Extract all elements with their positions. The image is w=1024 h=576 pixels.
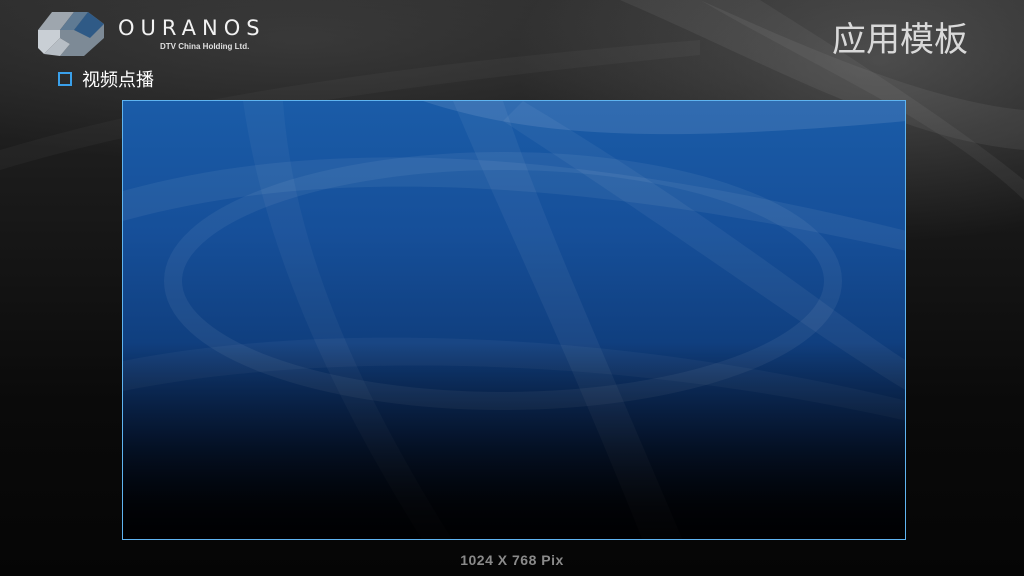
section-label: 视频点播 (82, 70, 154, 91)
ouranos-logo: OURANOS DTV China Holding Ltd. (36, 8, 276, 58)
page-title: 应用模板 (832, 20, 968, 60)
resolution-label: 1024 X 768 Pix (460, 552, 564, 568)
app-screen: OURANOS DTV China Holding Ltd. 应用模板 视频点播 (0, 0, 1024, 576)
video-preview-frame[interactable] (122, 100, 906, 540)
square-bullet-icon (58, 72, 72, 86)
preview-background-art (123, 101, 905, 539)
cube-logo-icon (38, 12, 104, 56)
brand-subtitle: DTV China Holding Ltd. (160, 42, 250, 51)
section-heading: 视频点播 (58, 68, 154, 91)
brand-name: OURANOS (118, 16, 266, 40)
